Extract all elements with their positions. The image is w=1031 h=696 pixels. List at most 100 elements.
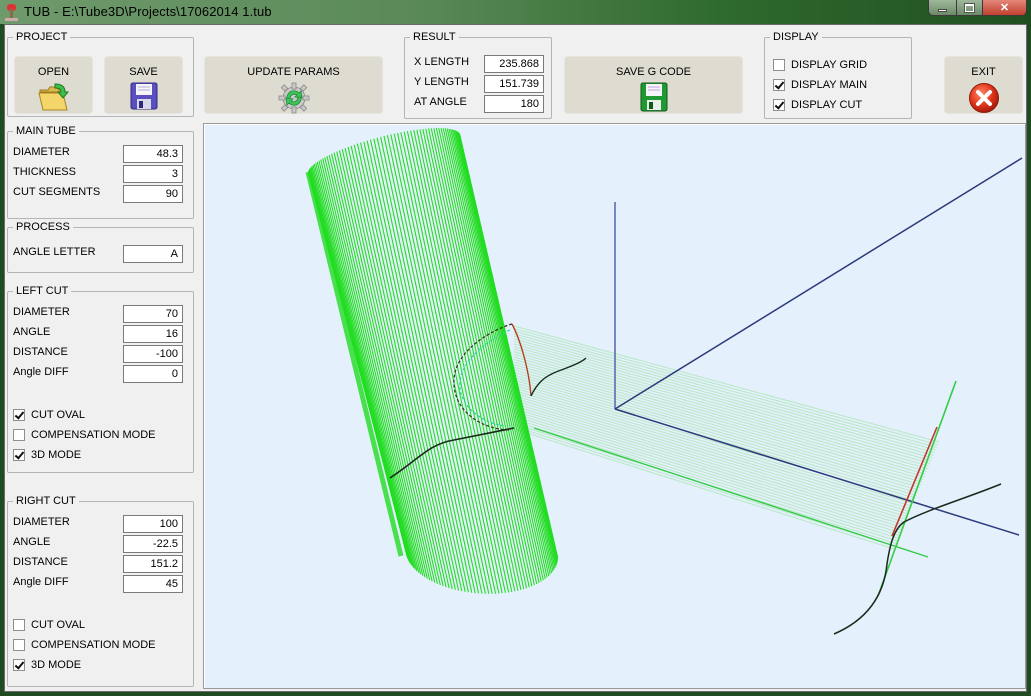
- main-diameter-input[interactable]: 48.3: [123, 145, 183, 163]
- app-icon: [4, 3, 18, 21]
- window-controls: ✕: [928, 0, 1027, 16]
- main-window: PROJECT OPEN SAVE UPDATE PARAMS RESULT X…: [4, 24, 1027, 692]
- compensation-mode-label: COMPENSATION MODE: [31, 429, 156, 441]
- maximize-button[interactable]: [957, 0, 983, 15]
- cut-oval-label: CUT OVAL: [31, 619, 85, 631]
- diameter-label: DIAMETER: [13, 146, 70, 158]
- project-legend: PROJECT: [16, 31, 68, 43]
- main-tube-line: [456, 131, 556, 569]
- field-row: DISTANCE 151.2: [13, 555, 185, 573]
- x-length-value[interactable]: 235.868: [484, 55, 544, 73]
- checkbox-box: [13, 429, 25, 441]
- right-cut-oval-checkbox[interactable]: CUT OVAL: [13, 618, 85, 632]
- 3d-scene[interactable]: [204, 124, 1027, 690]
- axis-y: [614, 157, 1023, 410]
- field-row: THICKNESS 3: [13, 165, 185, 183]
- process-legend: PROCESS: [16, 221, 70, 233]
- main-tube-line: [313, 163, 413, 567]
- right-3d-mode-checkbox[interactable]: 3D MODE: [13, 658, 81, 672]
- right-angle-input[interactable]: -22.5: [123, 535, 183, 553]
- branch-tube-line: [513, 325, 940, 443]
- checkbox-checked: [773, 99, 785, 111]
- exit-x-icon: [968, 83, 999, 113]
- right-angle-label: ANGLE: [13, 536, 51, 548]
- branch-tube-line: [513, 351, 928, 470]
- cut-segments-input[interactable]: 90: [123, 185, 183, 203]
- main-tube-legend: MAIN TUBE: [16, 125, 76, 137]
- title-bar: TUB - E:\Tube3D\Projects\17062014 1.tub …: [0, 0, 1031, 24]
- update-params-button[interactable]: UPDATE PARAMS: [204, 56, 383, 114]
- display-cut-checkbox[interactable]: DISPLAY CUT: [773, 98, 862, 112]
- save-gcode-button[interactable]: SAVE G CODE: [564, 56, 743, 114]
- angle-letter-input[interactable]: A: [123, 245, 183, 263]
- display-grid-checkbox[interactable]: DISPLAY GRID: [773, 58, 867, 72]
- minimize-button[interactable]: [929, 0, 957, 15]
- field-row: DIAMETER 70: [13, 305, 185, 323]
- main-tube-line: [326, 156, 426, 578]
- checkbox-checked: [13, 659, 25, 671]
- right-angle-diff-label: Angle DIFF: [13, 576, 69, 588]
- y-length-label: Y LENGTH: [414, 76, 469, 88]
- close-button[interactable]: ✕: [983, 0, 1026, 15]
- field-row: ANGLE -22.5: [13, 535, 185, 553]
- field-row: ANGLE 16: [13, 325, 185, 343]
- left-diameter-input[interactable]: 70: [123, 305, 183, 323]
- save-button[interactable]: SAVE: [104, 56, 183, 114]
- update-params-label: UPDATE PARAMS: [247, 66, 340, 78]
- display-main-checkbox[interactable]: DISPLAY MAIN: [773, 78, 867, 92]
- thickness-label: THICKNESS: [13, 166, 76, 178]
- branch-tube-line: [513, 330, 937, 448]
- field-row: DISTANCE -100: [13, 345, 185, 363]
- cut-oval-label: CUT OVAL: [31, 409, 85, 421]
- main-thickness-input[interactable]: 3: [123, 165, 183, 183]
- field-row: Angle DIFF 0: [13, 365, 185, 383]
- refresh-gear-icon: [278, 82, 309, 114]
- save-label: SAVE: [129, 66, 158, 78]
- checkbox-box: [13, 639, 25, 651]
- checkbox-checked: [13, 449, 25, 461]
- exit-button[interactable]: EXIT: [944, 56, 1023, 114]
- compensation-mode-label: COMPENSATION MODE: [31, 639, 156, 651]
- branch-tube: [513, 325, 940, 550]
- result-legend: RESULT: [413, 31, 456, 43]
- 3d-mode-label: 3D MODE: [31, 449, 82, 461]
- x-length-label: X LENGTH: [414, 56, 470, 68]
- save-gcode-label: SAVE G CODE: [616, 66, 691, 78]
- branch-tube-line: [513, 328, 939, 446]
- 3d-viewport[interactable]: [203, 123, 1026, 689]
- right-diameter-input[interactable]: 100: [123, 515, 183, 533]
- right-diameter-label: DIAMETER: [13, 516, 70, 528]
- field-row: Angle DIFF 45: [13, 575, 185, 593]
- display-cut-label: DISPLAY CUT: [791, 99, 863, 111]
- y-length-value[interactable]: 151.739: [484, 75, 544, 93]
- open-button[interactable]: OPEN: [14, 56, 93, 114]
- checkbox-checked: [773, 79, 785, 91]
- maximize-icon: [965, 3, 974, 12]
- minimize-icon: [938, 8, 947, 12]
- exit-label: EXIT: [971, 66, 996, 78]
- main-tube-line: [333, 152, 433, 582]
- window-title: TUB - E:\Tube3D\Projects\17062014 1.tub: [24, 4, 272, 19]
- left-cut-oval-checkbox[interactable]: CUT OVAL: [13, 408, 85, 422]
- field-row: ANGLE LETTER A: [13, 245, 185, 263]
- checkbox-checked: [13, 409, 25, 421]
- right-cut-curve: [833, 483, 1002, 635]
- left-distance-input[interactable]: -100: [123, 345, 183, 363]
- main-tube-line: [320, 159, 420, 573]
- at-angle-value[interactable]: 180: [484, 95, 544, 113]
- close-icon: ✕: [999, 2, 1010, 14]
- at-angle-label: AT ANGLE: [414, 96, 467, 108]
- right-compensation-mode-checkbox[interactable]: COMPENSATION MODE: [13, 638, 155, 652]
- field-row: DIAMETER 100: [13, 515, 185, 533]
- left-angle-diff-input[interactable]: 0: [123, 365, 183, 383]
- right-distance-input[interactable]: 151.2: [123, 555, 183, 573]
- open-label: OPEN: [37, 66, 70, 78]
- open-folder-icon: [37, 83, 69, 111]
- left-angle-input[interactable]: 16: [123, 325, 183, 343]
- floppy-disk-icon: [130, 82, 157, 110]
- display-legend: DISPLAY: [773, 31, 819, 43]
- left-angle-diff-label: Angle DIFF: [13, 366, 69, 378]
- left-3d-mode-checkbox[interactable]: 3D MODE: [13, 448, 81, 462]
- left-compensation-mode-checkbox[interactable]: COMPENSATION MODE: [13, 428, 155, 442]
- right-angle-diff-input[interactable]: 45: [123, 575, 183, 593]
